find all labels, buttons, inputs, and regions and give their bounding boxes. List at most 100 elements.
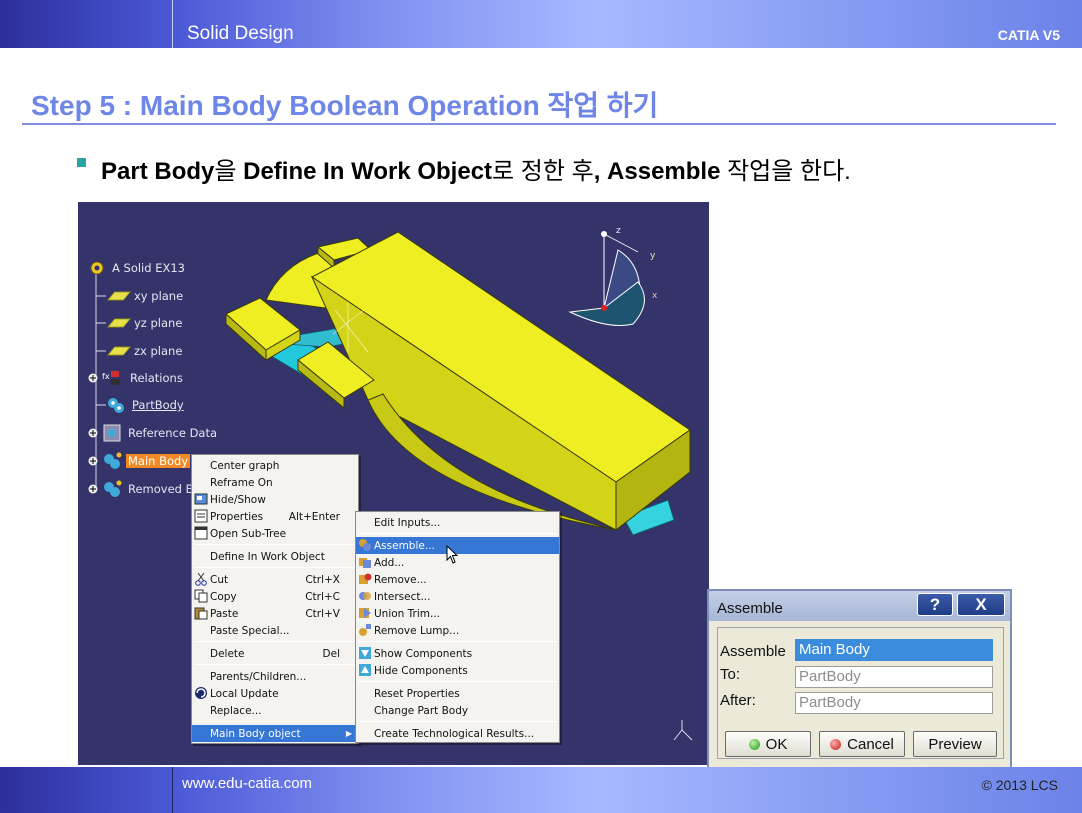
submenu-item-reset-properties[interactable]: Reset Properties [356, 685, 559, 702]
cancel-button[interactable]: Cancel [819, 731, 905, 757]
menu-item-local-update[interactable]: Local Update [192, 685, 358, 702]
tree-item-reference-data[interactable]: Reference Data [88, 424, 219, 442]
menu-item-label: Paste [210, 607, 239, 620]
menu-item-main-body-object[interactable]: Main Body object ▶ [192, 725, 358, 742]
add-icon [359, 558, 371, 568]
submenu-item-remove[interactable]: Remove... [356, 571, 559, 588]
menu-item-center-graph[interactable]: Center graph [192, 457, 358, 474]
menu-item-label: Main Body object [210, 727, 301, 740]
after-label: After: [720, 692, 756, 709]
menu-item-label: Show Components [374, 647, 473, 660]
submenu-arrow-icon: ▶ [345, 729, 352, 738]
local-update-icon [195, 687, 207, 699]
menu-item-label: Parents/Children... [210, 670, 307, 683]
dialog-title: Assemble [717, 600, 783, 617]
ok-green-dot-icon [748, 738, 760, 750]
submenu-item-hide-components[interactable]: Hide Components [356, 662, 559, 679]
expand-plus-icon[interactable] [88, 428, 98, 438]
menu-item-label: Assemble... [374, 539, 435, 552]
bullet-bold-2: Define In Work Object [243, 158, 493, 185]
submenu-item-intersect[interactable]: Intersect... [356, 588, 559, 605]
assemble-field[interactable]: Main Body [795, 639, 993, 661]
preview-button[interactable]: Preview [913, 731, 997, 757]
compass-widget [568, 231, 645, 326]
menu-item-label: Define In Work Object [210, 550, 325, 563]
tree-item-zx-plane[interactable]: zx plane [107, 342, 184, 360]
menu-item-copy[interactable]: Copy Ctrl+C [192, 588, 358, 605]
submenu-item-create-technological-results[interactable]: Create Technological Results... [356, 725, 559, 742]
menu-shortcut: Ctrl+X [305, 573, 340, 586]
slide-footer: www.edu-catia.com © 2013 LCS [0, 767, 1082, 813]
assemble-dialog: Assemble ? X Assemble Main Body To: Part… [707, 589, 1012, 769]
body-icon [104, 452, 122, 469]
hide-components-icon [359, 664, 371, 676]
assemble-label: Assemble [720, 643, 786, 660]
plane-icon [107, 291, 131, 301]
menu-item-label: Reframe On [210, 476, 273, 489]
title-divider [22, 123, 1056, 125]
menu-item-open-sub-tree[interactable]: Open Sub-Tree [192, 525, 358, 542]
menu-item-delete[interactable]: Delete Del [192, 645, 358, 662]
tree-item-xy-plane[interactable]: xy plane [107, 287, 185, 305]
tree-item-label: zx plane [134, 344, 183, 358]
tree-item-removed-body[interactable]: Removed B [88, 480, 196, 498]
menu-item-paste-special[interactable]: Paste Special... [192, 622, 358, 639]
ok-button[interactable]: OK [725, 731, 811, 757]
tree-item-label: Removed B [128, 482, 194, 496]
menu-shortcut: Del [322, 647, 340, 660]
footer-website[interactable]: www.edu-catia.com [182, 775, 312, 792]
menu-shortcut: Ctrl+V [305, 607, 340, 620]
tree-item-label: Reference Data [128, 426, 218, 440]
menu-item-label: Open Sub-Tree [210, 527, 287, 540]
menu-item-reframe-on[interactable]: Reframe On [192, 474, 358, 491]
menu-item-label: Change Part Body [374, 704, 469, 717]
step-title: Step 5 : Main Body Boolean Operation 작업 … [31, 90, 659, 121]
close-button[interactable]: X [957, 593, 1005, 616]
context-menu: Center graph Reframe On Hide/Show Proper… [191, 454, 359, 744]
paste-icon [194, 607, 208, 620]
plane-icon [107, 318, 131, 328]
submenu-item-show-components[interactable]: Show Components [356, 645, 559, 662]
submenu-item-change-part-body[interactable]: Change Part Body [356, 702, 559, 719]
part-gear-icon [90, 261, 104, 275]
menu-item-label: Add... [374, 556, 405, 569]
submenu-item-edit-inputs[interactable]: Edit Inputs... [356, 514, 559, 531]
expand-plus-icon[interactable] [88, 484, 98, 494]
tree-root[interactable]: A Solid EX13 [88, 259, 187, 277]
show-components-icon [359, 647, 371, 659]
submenu-item-union-trim[interactable]: Union Trim... [356, 605, 559, 622]
to-field[interactable]: PartBody [795, 666, 993, 688]
tree-item-partbody[interactable]: PartBody [106, 396, 186, 414]
tree-item-label: Relations [130, 371, 183, 385]
menu-item-cut[interactable]: Cut Ctrl+X [192, 571, 358, 588]
body-icon [104, 480, 122, 497]
bullet-text-2: 로 정한 후 [492, 158, 594, 185]
menu-item-properties[interactable]: Properties Alt+Enter [192, 508, 358, 525]
menu-item-label: Copy [210, 590, 237, 603]
menu-item-label: Replace... [210, 704, 262, 717]
submenu-item-remove-lump[interactable]: Remove Lump... [356, 622, 559, 639]
menu-item-label: Cut [210, 573, 229, 586]
dialog-title-bar[interactable]: Assemble ? X [709, 591, 1010, 621]
copy-icon [194, 589, 208, 603]
bullet-text: Part Body을 Define In Work Object로 정한 후, … [101, 151, 851, 186]
menu-item-parents-children[interactable]: Parents/Children... [192, 668, 358, 685]
menu-item-label: Edit Inputs... [374, 516, 441, 529]
reference-icon [103, 424, 121, 442]
mouse-cursor-icon [446, 545, 459, 564]
catia-3d-viewport[interactable]: z y x A Solid EX13 xy plane yz plane zx … [78, 202, 709, 765]
menu-item-replace[interactable]: Replace... [192, 702, 358, 719]
compass-y-label: y [650, 251, 656, 261]
menu-item-paste[interactable]: Paste Ctrl+V [192, 605, 358, 622]
help-button[interactable]: ? [917, 593, 953, 616]
after-field[interactable]: PartBody [795, 692, 993, 714]
expand-plus-icon[interactable] [88, 456, 98, 466]
expand-plus-icon[interactable] [88, 373, 98, 383]
menu-item-hide-show[interactable]: Hide/Show [192, 491, 358, 508]
tree-item-main-body[interactable]: Main Body [88, 452, 191, 470]
menu-shortcut: Alt+Enter [288, 510, 340, 523]
tree-item-yz-plane[interactable]: yz plane [107, 314, 184, 332]
header-brand: CATIA V5 [997, 27, 1060, 43]
menu-item-define-in-work-object[interactable]: Define In Work Object [192, 548, 358, 565]
tree-item-relations[interactable]: fx Relations [88, 369, 185, 387]
